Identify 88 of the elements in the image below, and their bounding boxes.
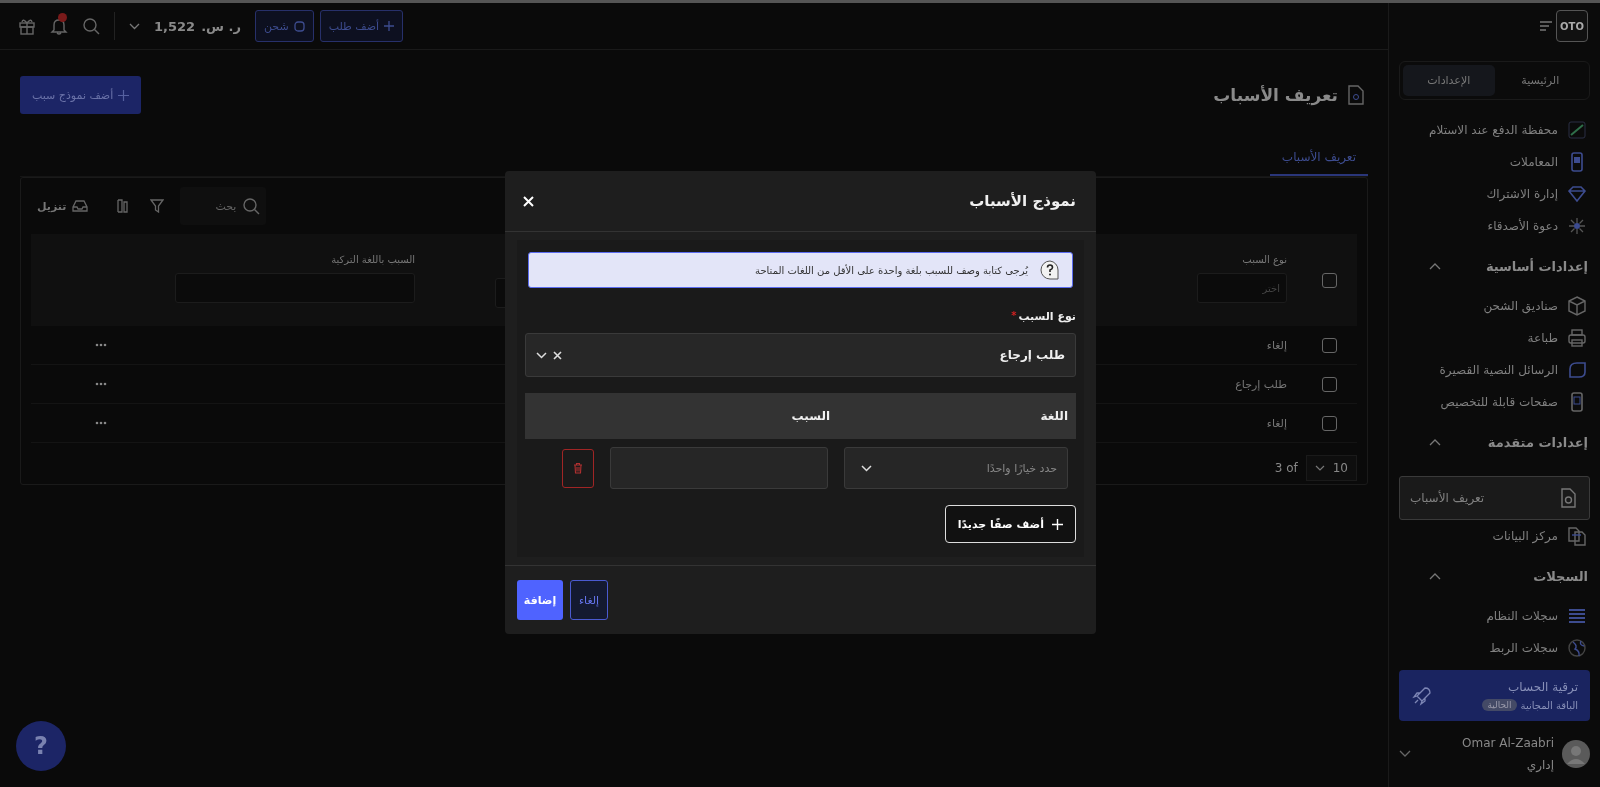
section-heading: إعدادات أساسية [1485,258,1588,274]
currency: ر. س. [201,18,241,34]
search-field[interactable]: بحث [180,187,267,225]
column-header: اللغة [1039,409,1068,423]
more-icon[interactable] [95,382,107,386]
user-role: إداري [1525,758,1554,772]
language-select[interactable]: حدد خيارًا واحدًا [844,447,1068,489]
filter-icon[interactable] [150,199,165,213]
more-icon[interactable] [95,421,107,425]
sidebar-item[interactable]: صفحات قابلة للتخصيص [1399,386,1590,418]
sidebar-item[interactable]: سجلات النظام [1399,600,1590,632]
filter-field[interactable]: اختر [1197,273,1287,303]
sidebar-item[interactable]: دعوة الأصدقاء [1399,210,1590,242]
sidebar-item[interactable]: مركز البيانات [1399,520,1590,552]
table-cell-text: إلغاء [1266,416,1288,430]
inbox-icon [72,199,89,213]
help-button[interactable]: ? [16,721,66,771]
chevron-icon [861,464,872,472]
page-title: تعريف الأسباب [1213,85,1338,105]
submit-button[interactable]: إضافة [517,580,563,620]
modal-title: نموذج الأسباب [969,192,1076,210]
checkbox[interactable] [1321,415,1337,431]
column-header: السبب باللغة التركية [330,254,415,265]
columns-icon[interactable] [116,199,129,213]
globe-icon [1566,637,1588,659]
table-cell-text: إلغاء [1266,338,1288,352]
sidebar-item[interactable]: المعاملات [1399,146,1590,178]
avatar[interactable] [1562,740,1590,768]
user-name: Omar Al-Zaabri [1462,736,1554,750]
sidebar-item[interactable]: طباعة [1399,322,1590,354]
add-button[interactable]: أضف نموذج سبب [20,76,142,114]
logo[interactable]: OTO [1556,10,1588,42]
sidebar-item[interactable]: صناديق الشحن [1399,290,1590,322]
balance-amount: 1,522 [154,18,196,34]
printer-icon [1566,327,1588,349]
trash-icon [573,462,583,474]
upgrade-card[interactable]: ترقية الحساب الباقة المجانية الحالية [1399,670,1590,721]
more-icon[interactable] [95,343,107,347]
checkbox[interactable] [1321,337,1337,353]
upgrade-title: ترقية الحساب [1507,680,1578,694]
reason-input[interactable] [610,447,828,489]
document-icon [1348,85,1364,105]
section-heading: إعدادات متقدمة [1487,434,1588,450]
sidebar-item[interactable]: محفظة الدفع عند الاستلام [1399,114,1590,146]
plus-icon [384,21,395,31]
info-text: يُرجى كتابة وصف للسبب بلغة واحدة على الأقل من اللغات المتاحة [755,264,1028,276]
diamond-icon [1566,183,1588,205]
column-header: نوع السبب [1241,254,1287,265]
field-label: نوع السبب [1018,310,1076,323]
sidebar-tab[interactable]: الرئيسية [1494,65,1586,96]
add-row-button[interactable]: أضف صفًا جديدًا [944,505,1076,543]
square-icon [293,20,305,32]
chevron-icon [1314,465,1325,471]
gift-icon[interactable] [18,17,36,35]
table-cell-text: طلب إرجاع [1235,377,1288,391]
menu-icon[interactable] [1539,20,1553,32]
select-field[interactable]: طلب إرجاع [525,333,1076,377]
section-heading: السجلات [1533,568,1588,584]
plan-name: الباقة المجانية [1520,699,1578,711]
close-icon[interactable] [523,195,534,207]
delete-button[interactable] [562,448,594,488]
sidebar-item[interactable]: الرسائل النصية القصيرة [1399,354,1590,386]
sidebar-item[interactable]: تعريف الأسباب [1399,476,1590,520]
required-mark: * [1011,310,1017,323]
network-icon [1566,215,1588,237]
search-icon[interactable] [82,17,100,35]
checkbox[interactable] [1321,376,1337,392]
page-size-select[interactable]: 10 [1305,455,1357,481]
search-icon [242,197,261,215]
checkbox[interactable] [1321,272,1337,288]
sidebar-tab[interactable]: الإعدادات [1403,65,1495,96]
sidebar-item[interactable]: إدارة الاشتراك [1399,178,1590,210]
bell-icon[interactable] [50,17,68,35]
documents-icon [1566,525,1588,547]
plus-icon [118,89,130,101]
chat-icon [1566,359,1588,381]
cancel-button[interactable]: إلغاء [570,580,608,620]
chart-icon [1566,119,1588,141]
question-icon [1040,260,1060,280]
plus-icon [1052,518,1063,530]
column-header: السبب [791,409,830,423]
rocket-icon [1411,684,1433,707]
page-count: 3 of [1274,461,1298,475]
box-icon [1566,295,1588,317]
plan-badge: الحالية [1482,699,1517,711]
clear-icon[interactable] [553,350,562,360]
sidebar-item[interactable]: سجلات الربط [1399,632,1590,664]
download-button[interactable]: تنزيل [31,198,95,214]
